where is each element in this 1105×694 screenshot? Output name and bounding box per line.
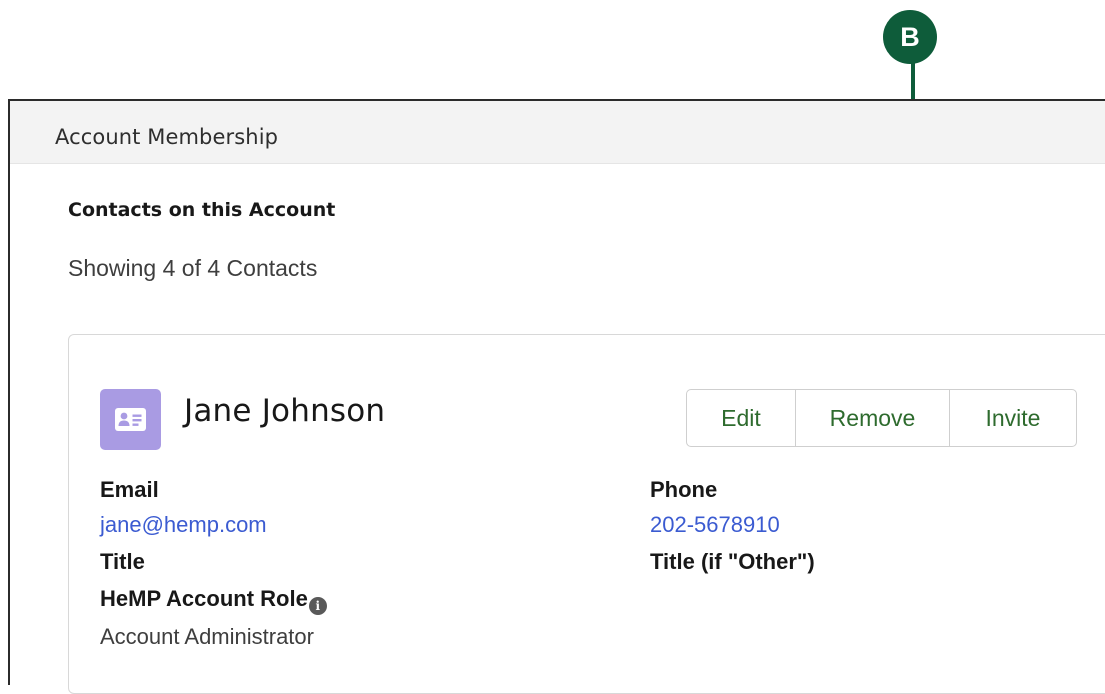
panel-title: Account Membership: [55, 125, 279, 149]
account-membership-panel: Account Membership Contacts on this Acco…: [8, 99, 1105, 694]
contact-card-icon: [115, 408, 146, 431]
contact-card: Jane Johnson Edit Remove Invite Email ja…: [68, 334, 1105, 694]
role-label-row: HeMP Account Role i: [100, 586, 327, 615]
info-icon[interactable]: i: [308, 597, 327, 615]
remove-button[interactable]: Remove: [795, 389, 950, 447]
phone-link[interactable]: 202-5678910: [650, 512, 780, 538]
title-other-label: Title (if "Other"): [650, 549, 815, 574]
role-value: Account Administrator: [100, 624, 314, 649]
phone-label: Phone: [650, 477, 718, 502]
role-label: HeMP Account Role: [100, 586, 308, 611]
contact-name: Jane Johnson: [184, 393, 386, 429]
title-label: Title: [100, 549, 145, 574]
contact-avatar: [100, 389, 161, 450]
email-label: Email: [100, 477, 159, 502]
contact-action-buttons: Edit Remove Invite: [686, 389, 1077, 447]
panel-header: Account Membership: [10, 101, 1105, 164]
email-link[interactable]: jane@hemp.com: [100, 512, 267, 538]
invite-button[interactable]: Invite: [949, 389, 1077, 447]
callout-badge-b: B: [883, 10, 937, 64]
contacts-section-title: Contacts on this Account: [68, 199, 336, 221]
contacts-count-text: Showing 4 of 4 Contacts: [68, 255, 318, 281]
edit-button[interactable]: Edit: [686, 389, 796, 447]
